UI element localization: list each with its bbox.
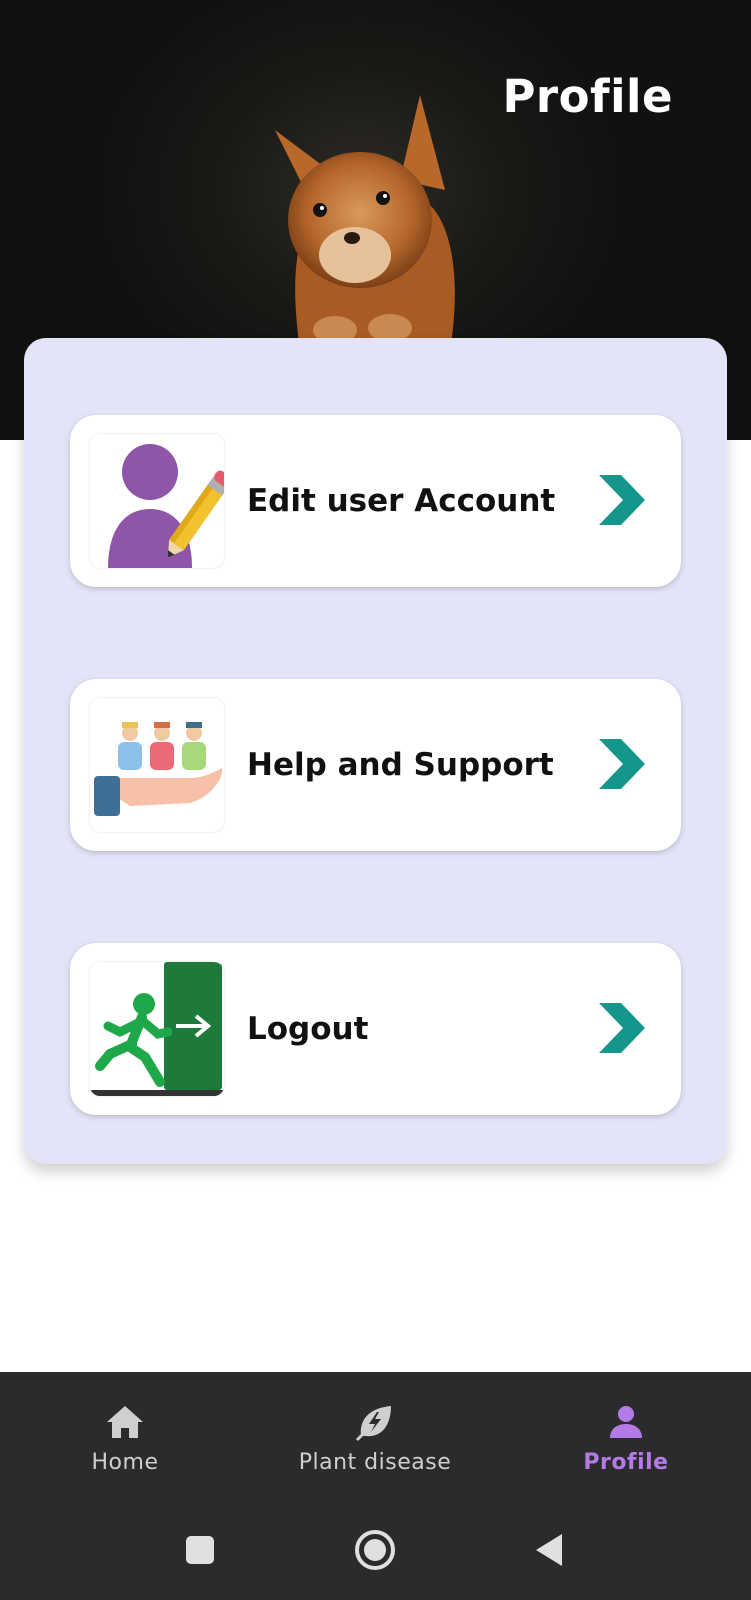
page-title: Profile — [502, 70, 673, 123]
person-icon — [610, 1406, 642, 1438]
edit-account-item[interactable]: Edit user Account — [70, 415, 681, 587]
nav-profile[interactable]: Profile — [501, 1402, 751, 1502]
leaf-bolt-icon — [355, 1406, 391, 1442]
system-navigation-bar — [0, 1500, 751, 1600]
nav-profile-label: Profile — [583, 1450, 669, 1475]
help-support-item[interactable]: Help and Support — [70, 679, 681, 851]
logout-label: Logout — [247, 1011, 369, 1047]
edit-account-label: Edit user Account — [247, 483, 556, 519]
edit-user-icon — [90, 434, 224, 568]
chevron-right-icon — [599, 475, 645, 525]
recent-apps-icon[interactable] — [178, 1528, 222, 1572]
exit-door-icon — [90, 962, 224, 1096]
logout-item[interactable]: Logout — [70, 943, 681, 1115]
squirrel-photo — [275, 95, 455, 350]
profile-menu-card: Edit user Account Help and Support Logou… — [24, 338, 727, 1164]
nav-home[interactable]: Home — [0, 1402, 250, 1502]
chevron-right-icon — [599, 1003, 645, 1053]
chevron-right-icon — [599, 739, 645, 789]
nav-home-label: Home — [91, 1450, 159, 1475]
bottom-navigation: Home Plant disease Profile — [0, 1372, 751, 1600]
home-icon — [107, 1406, 143, 1438]
help-support-label: Help and Support — [247, 747, 554, 783]
back-icon[interactable] — [528, 1528, 572, 1572]
nav-plant-disease-label: Plant disease — [298, 1450, 452, 1475]
support-hand-icon — [90, 698, 224, 832]
system-home-icon[interactable] — [353, 1528, 397, 1572]
nav-plant-disease[interactable]: Plant disease — [250, 1402, 500, 1502]
